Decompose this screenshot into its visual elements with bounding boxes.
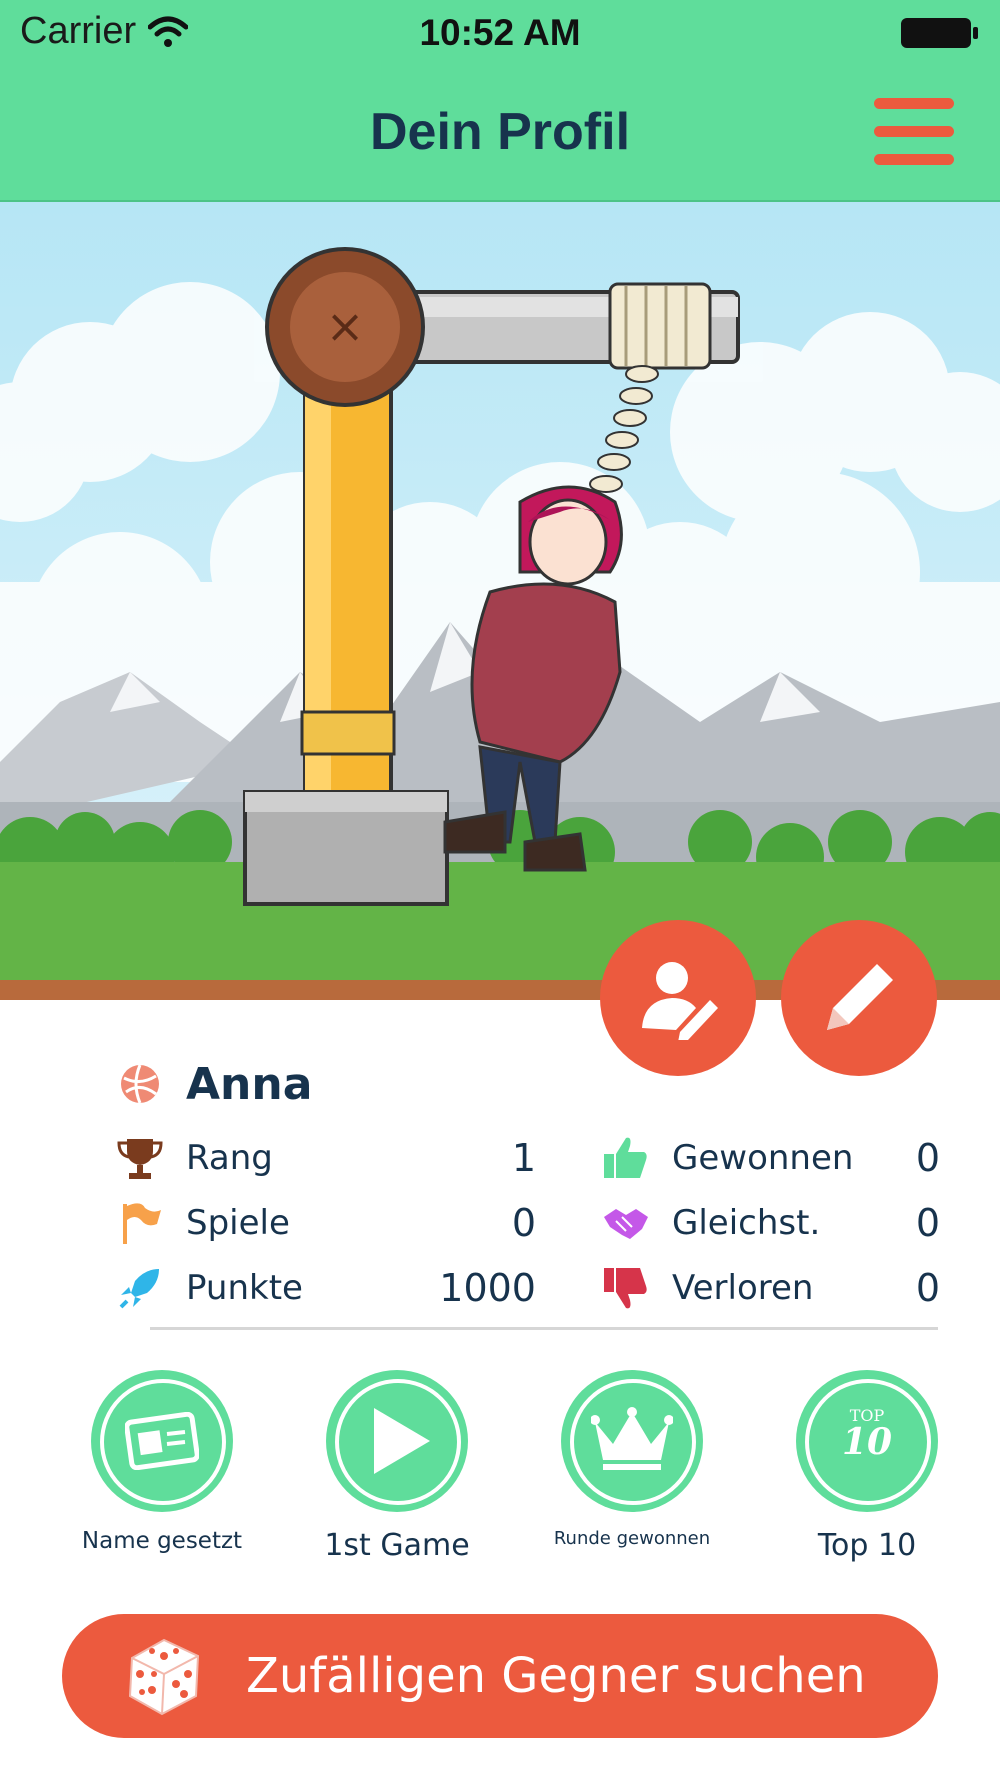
handshake-icon	[600, 1197, 652, 1249]
play-icon	[374, 1408, 430, 1474]
edit-profile-button[interactable]	[600, 920, 756, 1076]
stat-rank-value: 1	[511, 1136, 536, 1180]
rocket-icon	[114, 1262, 166, 1314]
achievement-badge[interactable]	[561, 1370, 703, 1512]
find-random-opponent-button[interactable]: Zufälligen Gegner suchen	[62, 1614, 938, 1738]
globe-icon	[114, 1058, 166, 1110]
stat-lost-label: Verloren	[672, 1268, 814, 1308]
stat-games-label: Spiele	[186, 1203, 290, 1243]
menu-bar-icon	[874, 154, 954, 165]
navigation-bar: Carrier 10:52 AM Dein Profil	[0, 0, 1000, 202]
stat-points-value: 1000	[439, 1266, 536, 1310]
menu-bar-icon	[874, 126, 954, 137]
stats-divider	[150, 1327, 938, 1330]
player-name: Anna	[186, 1058, 313, 1110]
achievement-label: 1st Game	[324, 1528, 470, 1563]
edit-name-button[interactable]	[781, 920, 937, 1076]
flag-icon	[114, 1197, 166, 1249]
stat-games: Spiele 0	[114, 1197, 554, 1249]
achievement-badge[interactable]: TOP 10	[796, 1370, 938, 1512]
status-time: 10:52 AM	[419, 12, 581, 53]
page-title: Dein Profil	[369, 103, 631, 161]
stat-won-label: Gewonnen	[672, 1138, 854, 1178]
stat-won: Gewonnen 0	[600, 1132, 940, 1184]
stat-lost: Verloren 0	[600, 1262, 940, 1314]
achievement-label: Name gesetzt	[81, 1528, 243, 1554]
stat-games-value: 0	[511, 1201, 536, 1245]
achievement-label: Top 10	[817, 1528, 917, 1563]
stat-won-value: 0	[915, 1136, 940, 1180]
cta-label: Zufälligen Gegner suchen	[246, 1648, 866, 1704]
thumbs-down-icon	[600, 1262, 652, 1314]
achievement-round-won[interactable]: Runde gewonnen	[532, 1370, 732, 1549]
player-name-row: Anna	[114, 1058, 312, 1110]
trophy-icon	[114, 1132, 166, 1184]
achievement-top-10[interactable]: TOP 10 Top 10	[767, 1370, 967, 1563]
svg-text:×: ×	[326, 299, 365, 353]
stat-draw-label: Gleichst.	[672, 1203, 821, 1243]
achievement-first-game[interactable]: 1st Game	[297, 1370, 497, 1563]
stat-lost-value: 0	[915, 1266, 940, 1310]
top10-badge-top: TOP	[849, 1406, 885, 1425]
thumbs-up-icon	[600, 1132, 652, 1184]
stat-draw: Gleichst. 0	[600, 1197, 940, 1249]
hangman-scene: ×	[0, 202, 1000, 1000]
achievement-name-set[interactable]: Name gesetzt	[62, 1370, 262, 1554]
status-bar: Carrier 10:52 AM	[0, 0, 1000, 70]
hamburger-menu-button[interactable]	[874, 98, 954, 166]
stat-rank-label: Rang	[186, 1138, 273, 1178]
battery-icon	[901, 18, 978, 48]
menu-bar-icon	[874, 98, 954, 109]
stat-draw-value: 0	[915, 1201, 940, 1245]
id-card-icon	[125, 1412, 199, 1470]
achievement-badge[interactable]	[326, 1370, 468, 1512]
user-edit-icon	[642, 962, 718, 1040]
stat-rank: Rang 1	[114, 1132, 554, 1184]
top10-badge-num: 10	[841, 1421, 893, 1463]
achievement-badge[interactable]	[91, 1370, 233, 1512]
crown-icon	[591, 1407, 673, 1470]
scene-illustration: ×	[0, 202, 1000, 1000]
pencil-icon	[827, 964, 893, 1030]
dice-icon	[128, 1638, 200, 1716]
stat-points-label: Punkte	[186, 1268, 303, 1308]
top10-icon: TOP 10	[796, 1406, 938, 1463]
achievement-label: Runde gewonnen	[553, 1528, 711, 1549]
stat-points: Punkte 1000	[114, 1262, 554, 1314]
